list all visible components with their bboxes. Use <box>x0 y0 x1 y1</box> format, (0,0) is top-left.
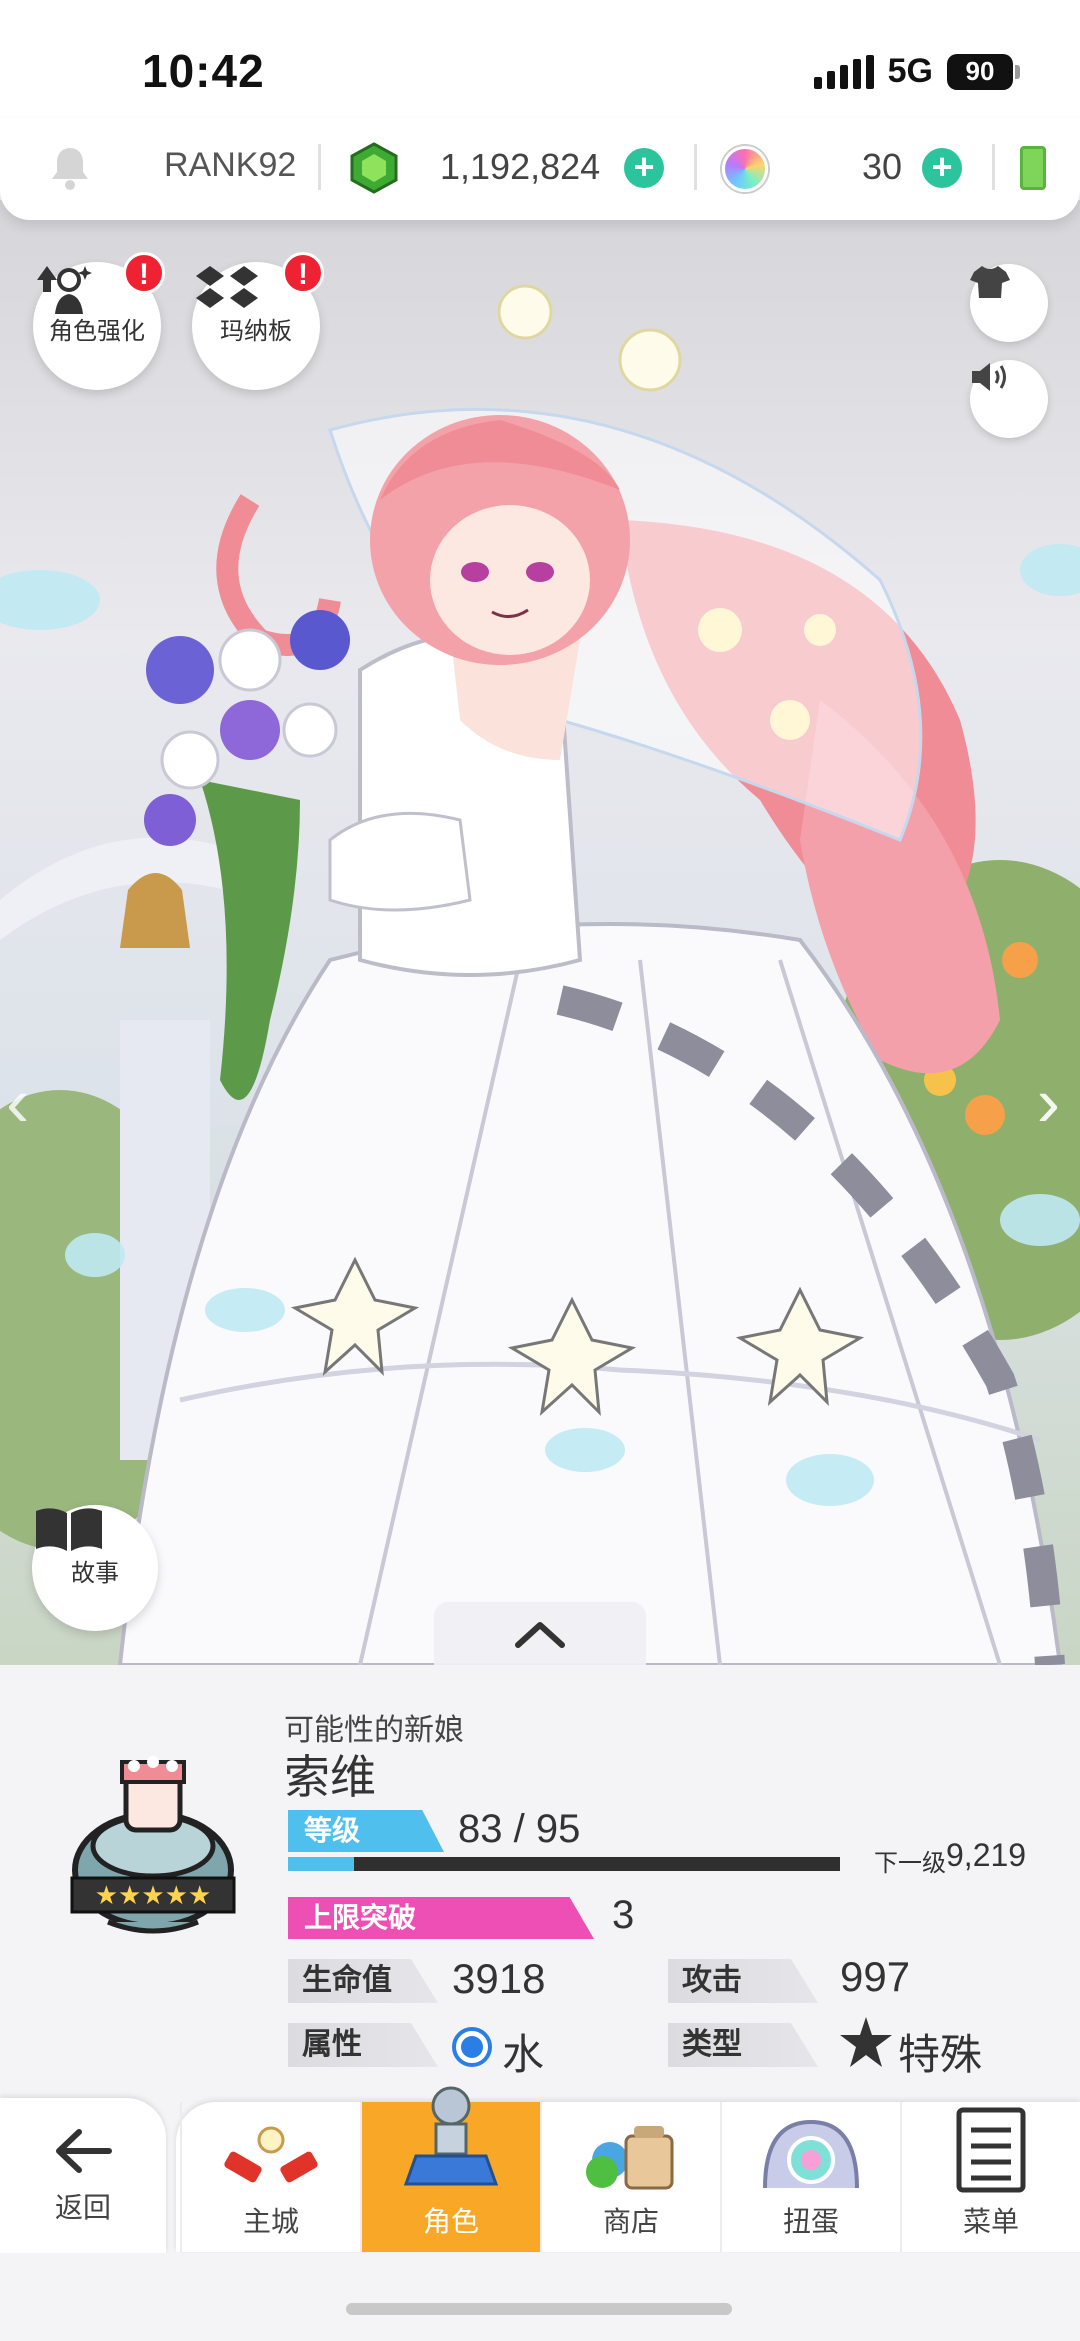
add-orbs-button[interactable]: + <box>922 148 962 188</box>
nav-item-gacha[interactable]: 扭蛋 <box>720 2102 900 2252</box>
speaker-icon <box>972 363 1006 391</box>
nav-label-gacha: 扭蛋 <box>782 2206 839 2237</box>
costume-button[interactable] <box>970 264 1048 342</box>
signal-icon <box>813 54 874 89</box>
back-button[interactable]: 返回 <box>0 2098 166 2253</box>
menu-list-icon <box>956 2107 1026 2193</box>
next-level-label: 下一级 <box>874 1850 946 1877</box>
attack-label: 攻击 <box>668 1959 818 2003</box>
expand-panel-button[interactable] <box>434 1602 646 1666</box>
nav-label-town: 主城 <box>242 2206 299 2237</box>
water-attribute-icon <box>452 2027 492 2067</box>
hp-label: 生命值 <box>288 1959 438 2003</box>
battery-level: 90 <box>947 53 1013 90</box>
level-tag: 等级 <box>288 1810 444 1852</box>
device-battery-icon <box>1020 146 1046 190</box>
bell-icon[interactable] <box>48 144 92 192</box>
nav-item-character[interactable]: 角色 <box>360 2086 540 2252</box>
attribute-value: 水 <box>502 2031 545 2078</box>
shop-icon <box>586 2126 674 2190</box>
nav-item-shop[interactable]: 商店 <box>540 2102 720 2252</box>
status-bar: 10:42 5G 90 <box>0 0 1080 130</box>
battery-icon: 90 <box>947 53 1020 90</box>
type-value: 特殊 <box>898 2031 983 2078</box>
story-button[interactable]: 故事 <box>32 1505 158 1631</box>
chevron-up-icon <box>515 1622 565 1648</box>
voice-button[interactable] <box>970 360 1048 438</box>
orb-count: 30 <box>862 146 903 187</box>
mana-board-icon <box>196 266 258 308</box>
character-info-panel: ★★★★★ 可能性的新娘 索维 等级 83 / 95 下一级 9,219 上限突… <box>0 1665 1080 2105</box>
character-icon <box>403 2086 499 2186</box>
mana-board-label: 玛纳板 <box>220 317 292 345</box>
limit-break-value: 3 <box>612 1893 635 1937</box>
attack-value: 997 <box>840 1953 911 2000</box>
gem-icon <box>350 142 398 194</box>
special-type-icon <box>840 2017 892 2067</box>
add-gems-button[interactable]: + <box>624 148 664 188</box>
character-enhance-button[interactable]: 角色强化 ! <box>33 252 165 390</box>
gems-count: 1,192,824 <box>440 146 601 187</box>
home-indicator[interactable] <box>346 2303 732 2315</box>
hp-value: 3918 <box>452 1955 546 2002</box>
gacha-icon <box>763 2119 859 2189</box>
character-name: 索维 <box>284 1751 376 1803</box>
arrow-left-icon <box>56 2128 112 2173</box>
xp-progress-fill <box>288 1857 355 1871</box>
notification-badge: ! <box>123 252 165 294</box>
next-character-arrow-icon[interactable]: › <box>1037 1062 1060 1142</box>
network-type: 5G <box>887 52 933 90</box>
rank-label: RANK92 <box>164 146 297 184</box>
shirt-icon <box>970 266 1010 298</box>
xp-progress-bar <box>288 1857 840 1871</box>
mana-board-button[interactable]: 玛纳板 ! <box>192 252 324 390</box>
orb-icon <box>722 146 768 192</box>
limit-break-tag: 上限突破 <box>288 1897 594 1939</box>
character-illustration <box>0 284 1080 1665</box>
attribute-label: 属性 <box>288 2023 438 2067</box>
svg-text:★★★★★: ★★★★★ <box>95 1881 212 1911</box>
character-portrait-icon: ★★★★★ <box>70 1756 236 1934</box>
next-level-value: 9,219 <box>946 1837 1027 1873</box>
nav-label-menu: 菜单 <box>962 2206 1019 2237</box>
character-art[interactable]: 角色强化 ! 玛纳板 ! ‹ › 故事 <box>0 200 1080 1665</box>
bottom-navigation: 返回 主城 角色 商店 扭蛋 菜单 <box>0 2086 1080 2253</box>
previous-character-arrow-icon[interactable]: ‹ <box>6 1062 29 1142</box>
enhance-icon <box>37 266 92 314</box>
level-value: 83 / 95 <box>458 1807 581 1851</box>
status-time: 10:42 <box>142 45 265 97</box>
bottom-safe-area <box>0 2253 1080 2341</box>
nav-label-shop: 商店 <box>602 2206 659 2237</box>
notification-badge: ! <box>282 252 324 294</box>
status-indicators: 5G 90 <box>813 52 1020 91</box>
nav-item-town[interactable]: 主城 <box>180 2102 360 2252</box>
nav-label-character: 角色 <box>422 2206 479 2237</box>
story-label: 故事 <box>71 1559 119 1587</box>
book-icon <box>36 1508 102 1551</box>
type-label: 类型 <box>668 2023 818 2067</box>
nav-strip: 主城 角色 商店 扭蛋 菜单 <box>176 2086 1080 2252</box>
resource-bar: RANK92 1,192,824 + 30 + <box>0 118 1080 220</box>
back-label: 返回 <box>54 2191 111 2223</box>
nav-item-menu[interactable]: 菜单 <box>900 2102 1080 2252</box>
town-icon <box>224 2126 318 2183</box>
